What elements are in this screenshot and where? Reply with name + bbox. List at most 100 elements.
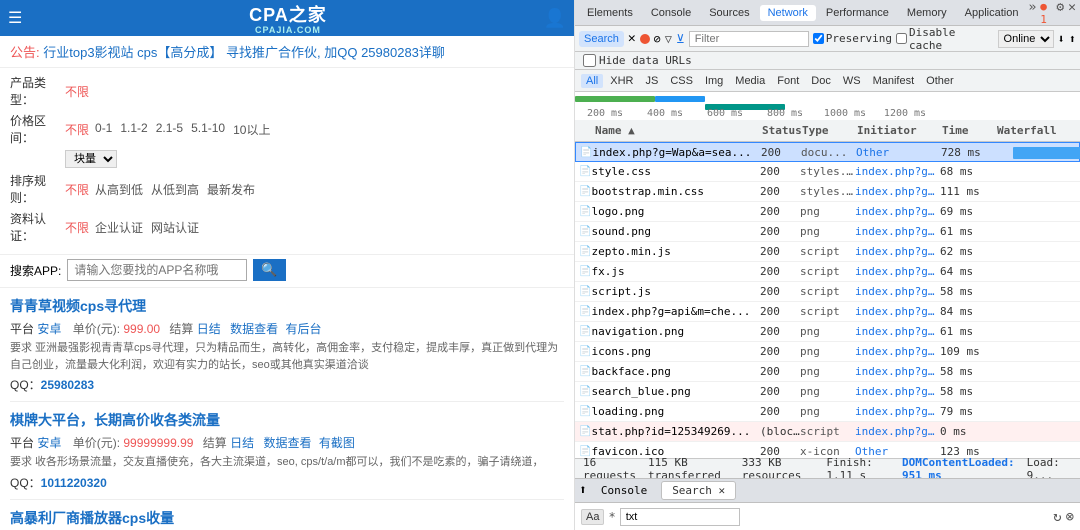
price-opt-3[interactable]: 2.1-5 — [156, 121, 183, 138]
col-waterfall-header[interactable]: Waterfall — [997, 124, 1078, 137]
price-opt-5[interactable]: 10以上 — [233, 121, 270, 138]
user-icon[interactable]: 👤 — [544, 8, 566, 29]
table-row[interactable]: 📄 fx.js 200 script index.php?g... 64 ms — [575, 262, 1080, 282]
table-row[interactable]: 📄 zepto.min.js 200 script index.php?g...… — [575, 242, 1080, 262]
col-initiator-header[interactable]: Initiator — [857, 124, 942, 137]
table-row[interactable]: 📄 logo.png 200 png index.php?g... 69 ms — [575, 202, 1080, 222]
table-row[interactable]: 📄 navigation.png 200 png index.php?g... … — [575, 322, 1080, 342]
price-opt-4[interactable]: 5.1-10 — [191, 121, 225, 138]
cell-initiator-4[interactable]: index.php?g... — [855, 225, 940, 238]
backend-link-1[interactable]: 有后台 — [285, 322, 321, 336]
tab-elements[interactable]: Elements — [579, 5, 641, 21]
table-row[interactable]: 📄 script.js 200 script index.php?g... 58… — [575, 282, 1080, 302]
filter-media[interactable]: Media — [730, 74, 770, 88]
console-bar-icon[interactable]: ⬆ — [579, 483, 587, 498]
close-search-icon[interactable]: ✕ — [628, 31, 636, 46]
sort-opt-2[interactable]: 从低到高 — [151, 181, 199, 198]
table-row[interactable]: 📄 icons.png 200 png index.php?g... 109 m… — [575, 342, 1080, 362]
tab-application[interactable]: Application — [957, 5, 1027, 21]
col-status-header[interactable]: Status — [762, 124, 802, 137]
col-time-header[interactable]: Time — [942, 124, 997, 137]
filter-price-tag[interactable]: 不限 — [65, 121, 89, 138]
settings-icon[interactable]: ⚙ — [1056, 0, 1064, 26]
cell-initiator-0[interactable]: Other — [856, 146, 941, 159]
cell-initiator-3[interactable]: index.php?g... — [855, 205, 940, 218]
table-row[interactable]: 📄 index.php?g=api&m=che... 200 script in… — [575, 302, 1080, 322]
filter-icon[interactable]: ▽ — [665, 32, 672, 46]
record-circle[interactable] — [640, 34, 650, 44]
filter-input[interactable] — [689, 31, 809, 47]
product-title-1[interactable]: 青青草视频cps寻代理 — [10, 296, 564, 316]
throttle-select[interactable]: Online — [998, 30, 1054, 48]
links-2[interactable]: 数据查看 有截图 — [264, 436, 355, 450]
table-row[interactable]: 📄 bootstrap.min.css 200 styles... index.… — [575, 182, 1080, 202]
cell-initiator-12[interactable]: index.php?g... — [855, 385, 940, 398]
filter-other[interactable]: Other — [921, 74, 959, 88]
table-row[interactable]: 📄 backface.png 200 png index.php?g... 58… — [575, 362, 1080, 382]
price-opt-1[interactable]: 0-1 — [95, 121, 112, 138]
tab-performance[interactable]: Performance — [818, 5, 897, 21]
col-name-header[interactable]: Name ▲ — [577, 124, 762, 137]
tab-console-bottom[interactable]: Console — [591, 482, 657, 499]
page-title-text[interactable]: 行业top3影视站 cps【高分成】 寻找推广合作伙, 加QQ 25980283… — [43, 45, 445, 60]
filter-xhr[interactable]: XHR — [605, 74, 638, 88]
price-select[interactable]: 块量 — [65, 150, 117, 168]
cell-initiator-5[interactable]: index.php?g... — [855, 245, 940, 258]
filter-img[interactable]: Img — [700, 74, 728, 88]
filter-ws[interactable]: WS — [838, 74, 866, 88]
search-bottom-input[interactable] — [620, 508, 740, 526]
cell-initiator-10[interactable]: index.php?g... — [855, 345, 940, 358]
filter-js[interactable]: JS — [640, 74, 663, 88]
qq-2[interactable]: 1011220320 — [41, 476, 107, 490]
product-title-3[interactable]: 高暴利厂商播放器cps收量 — [10, 508, 564, 528]
col-type-header[interactable]: Type — [802, 124, 857, 137]
tab-sources[interactable]: Sources — [701, 5, 757, 21]
cell-initiator-8[interactable]: index.php?g... — [855, 305, 940, 318]
auth-opt-1[interactable]: 企业认证 — [95, 219, 143, 236]
cell-initiator-7[interactable]: index.php?g... — [855, 285, 940, 298]
filter-css[interactable]: CSS — [665, 74, 698, 88]
table-row[interactable]: 📄 style.css 200 styles... index.php?g...… — [575, 162, 1080, 182]
filter-type-value[interactable]: 不限 — [65, 83, 89, 100]
filter-sort-tag[interactable]: 不限 — [65, 181, 89, 198]
close-icon[interactable]: ✕ — [1068, 0, 1076, 26]
qq-1[interactable]: 25980283 — [41, 378, 94, 392]
import-icon[interactable]: ⬇ — [1058, 32, 1065, 46]
table-row[interactable]: 📄 stat.php?id=125349269... (bloc... scri… — [575, 422, 1080, 442]
tab-network[interactable]: Network — [760, 5, 816, 21]
aa-button[interactable]: Aa — [581, 509, 604, 525]
export-icon[interactable]: ⬆ — [1069, 32, 1076, 46]
screenshot-link-2[interactable]: 有截图 — [319, 436, 355, 450]
table-row[interactable]: 📄 sound.png 200 png index.php?g... 61 ms — [575, 222, 1080, 242]
product-title-2[interactable]: 棋牌大平台，长期高价收各类流量 — [10, 410, 564, 430]
preserve-log-checkbox[interactable]: Preserving — [813, 32, 892, 45]
cell-initiator-14[interactable]: index.php?g... — [855, 425, 940, 438]
auth-opt-2[interactable]: 网站认证 — [151, 219, 199, 236]
search-button[interactable]: Search — [579, 31, 624, 47]
hide-data-urls-checkbox[interactable]: Hide data URLs — [583, 54, 692, 67]
filter-font[interactable]: Font — [772, 74, 804, 88]
clear-icon[interactable]: ⊘ — [654, 32, 661, 46]
cell-initiator-6[interactable]: index.php?g... — [855, 265, 940, 278]
table-row[interactable]: 📄 index.php?g=Wap&a=sea... 200 docu... O… — [575, 142, 1080, 162]
filter-doc[interactable]: Doc — [806, 74, 836, 88]
sort-opt-3[interactable]: 最新发布 — [207, 181, 255, 198]
filter-auth-tag[interactable]: 不限 — [65, 219, 89, 236]
filter-all[interactable]: All — [581, 74, 603, 88]
search-app-button[interactable]: 🔍 — [253, 259, 285, 281]
cell-initiator-11[interactable]: index.php?g... — [855, 365, 940, 378]
more-tabs-icon[interactable]: » — [1028, 0, 1036, 26]
price-opt-2[interactable]: 1.1-2 — [120, 121, 147, 138]
links-1[interactable]: 数据查看 有后台 — [230, 322, 321, 336]
filter-funnel-icon[interactable]: ⊻ — [676, 32, 685, 46]
filter-manifest[interactable]: Manifest — [868, 74, 920, 88]
table-row[interactable]: 📄 loading.png 200 png index.php?g... 79 … — [575, 402, 1080, 422]
cell-initiator-1[interactable]: index.php?g... — [855, 165, 940, 178]
refresh-search-icon[interactable]: ↻ — [1053, 509, 1061, 525]
tab-memory[interactable]: Memory — [899, 5, 955, 21]
tab-search-bottom[interactable]: Search ✕ — [661, 481, 736, 500]
disable-cache-checkbox[interactable]: Disable cache — [896, 26, 994, 52]
cell-initiator-13[interactable]: index.php?g... — [855, 405, 940, 418]
clear-search-icon[interactable]: ⊗ — [1066, 509, 1074, 525]
sort-opt-1[interactable]: 从高到低 — [95, 181, 143, 198]
